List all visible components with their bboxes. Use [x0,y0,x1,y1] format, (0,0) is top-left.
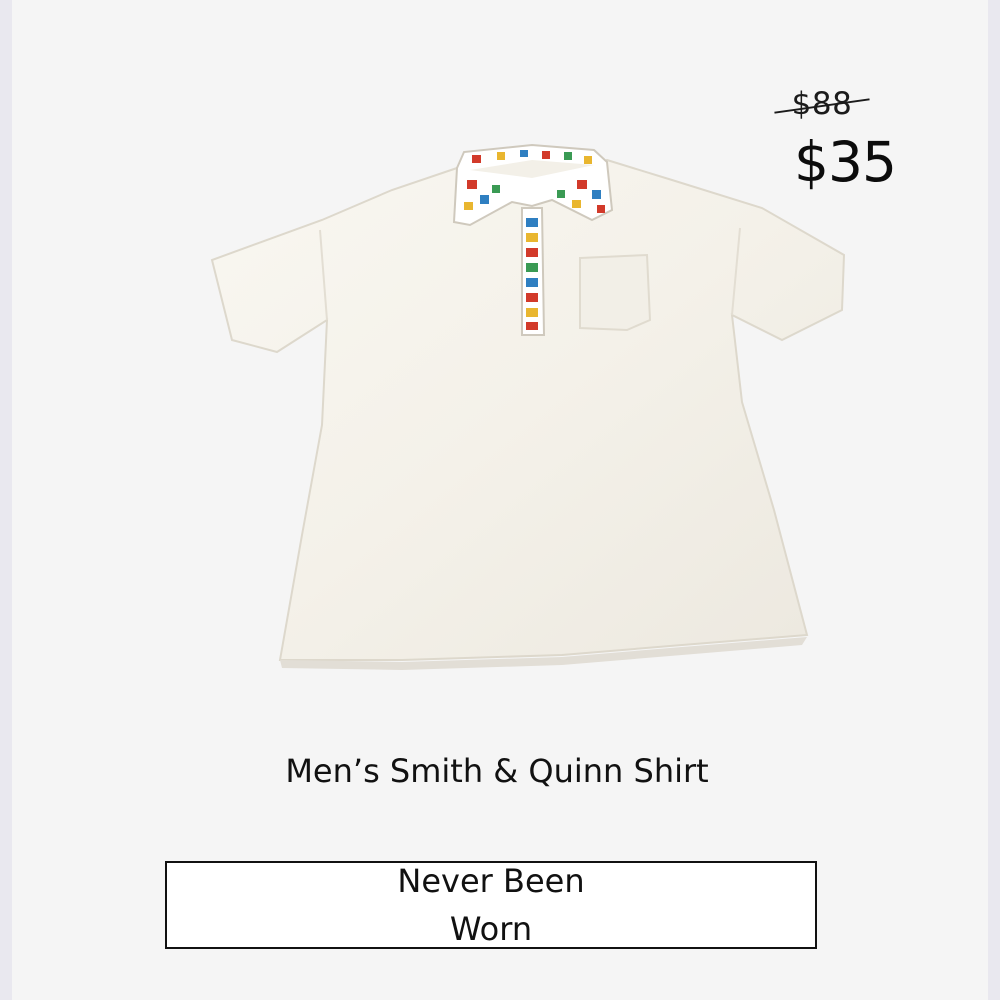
shirt-product-image [210,143,846,670]
condition-label: Never Been Worn [397,862,585,948]
condition-badge: Never Been Worn [165,861,817,949]
original-price: $88 [770,86,874,122]
product-title: Men’s Smith & Quinn Shirt [285,752,709,790]
product-card: $88 $35 [12,0,988,1000]
flag-print-placket [521,207,546,336]
chest-pocket [579,253,652,332]
